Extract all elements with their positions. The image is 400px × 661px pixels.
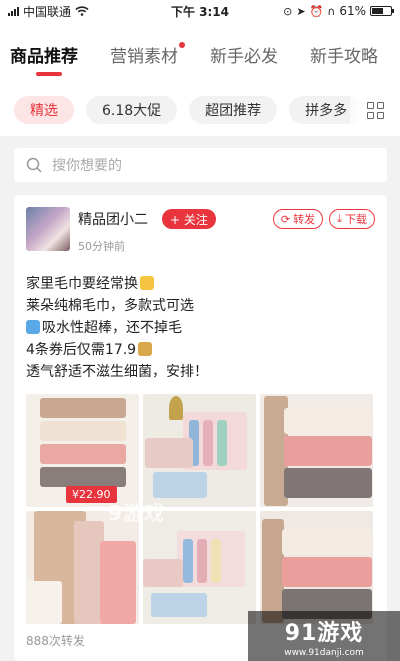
tab-product-recommend[interactable]: 商品推荐 bbox=[10, 22, 78, 76]
download-button[interactable]: ⤓ 下载 bbox=[329, 209, 375, 229]
money-bag-emoji-icon bbox=[138, 342, 153, 356]
category-tabs: 商品推荐 营销素材 新手必发 新手攻略 bbox=[0, 22, 400, 84]
post-actions: ⟳ 转发 ⤓ 下载 bbox=[272, 209, 375, 229]
watermark-overlay: 9游戏 bbox=[108, 501, 165, 525]
headphones-icon: ∩ bbox=[327, 4, 336, 18]
post-text: 家里毛巾要经常换 莱朵纯棉毛巾，多款式可选 吸水性超棒，还不掉毛 4条券后仅需1… bbox=[26, 273, 375, 383]
forward-button[interactable]: ⟳ 转发 bbox=[272, 209, 324, 229]
lock-rotation-icon: ⊙ bbox=[283, 4, 293, 18]
chip-featured[interactable]: 精选 bbox=[14, 96, 74, 124]
download-icon: ⤓ bbox=[337, 212, 342, 225]
forward-count: 888次转发 bbox=[26, 634, 85, 648]
forward-label: 转发 bbox=[293, 213, 316, 226]
watermark-logo: 91游戏 www.91danji.com bbox=[248, 611, 400, 661]
battery-icon bbox=[370, 6, 394, 16]
follow-button[interactable]: + 关注 bbox=[162, 209, 216, 229]
author-info: 精品团小二 + 关注 50分钟前 bbox=[78, 209, 216, 254]
post-header: 精品团小二 + 关注 50分钟前 ⟳ 转发 ⤓ 下载 bbox=[26, 207, 375, 263]
tab-newbie-must-send[interactable]: 新手必发 bbox=[210, 22, 278, 67]
chip-super-group[interactable]: 超团推荐 bbox=[189, 96, 278, 124]
chip-618-promo[interactable]: 6.18大促 bbox=[86, 96, 178, 124]
product-photo[interactable] bbox=[143, 394, 256, 507]
post-line: 4条券后仅需17.9 bbox=[26, 339, 375, 361]
post-time: 50分钟前 bbox=[78, 240, 125, 253]
post-line: 吸水性超棒，还不掉毛 bbox=[26, 317, 375, 339]
active-tab-indicator bbox=[36, 72, 62, 76]
status-bar: 中国联通 下午 3:14 ⊙ ➤ ⏰ ∩ 61% bbox=[0, 0, 400, 22]
watermark-site: www.91danji.com bbox=[284, 647, 364, 658]
status-right: ⊙ ➤ ⏰ ∩ 61% bbox=[283, 4, 394, 18]
product-photo[interactable] bbox=[26, 511, 139, 624]
product-photo[interactable] bbox=[260, 394, 373, 507]
search-placeholder: 搜你想要的 bbox=[52, 158, 122, 174]
battery-fill bbox=[372, 8, 383, 14]
badge-dot bbox=[179, 42, 185, 48]
product-photo[interactable]: ¥22.90 bbox=[26, 394, 139, 507]
avatar[interactable] bbox=[26, 207, 70, 251]
download-label: 下载 bbox=[345, 213, 367, 226]
search-icon bbox=[26, 157, 42, 173]
location-icon: ➤ bbox=[296, 4, 306, 18]
filter-chips: 精选 6.18大促 超团推荐 拼多多 bbox=[0, 84, 400, 136]
watermark-brand: 91游戏 bbox=[284, 620, 364, 646]
post-line: 家里毛巾要经常换 bbox=[26, 273, 375, 295]
tab-label: 营销素材 bbox=[110, 47, 178, 67]
battery-percent: 61% bbox=[339, 4, 366, 18]
wifi-icon bbox=[75, 6, 89, 16]
grid-icon[interactable] bbox=[350, 84, 400, 136]
tab-label: 新手攻略 bbox=[310, 47, 378, 67]
carrier-label: 中国联通 bbox=[23, 4, 72, 19]
product-photo[interactable] bbox=[143, 511, 256, 624]
post-line: 透气舒适不滋生细菌，安排！ bbox=[26, 364, 208, 380]
fist-emoji-icon bbox=[140, 276, 154, 290]
post-card: 精品团小二 + 关注 50分钟前 ⟳ 转发 ⤓ 下载 家里毛巾要经常换 莱朵纯棉… bbox=[14, 195, 387, 661]
signal-icon bbox=[8, 6, 19, 16]
status-left: 中国联通 bbox=[8, 3, 283, 20]
search-input[interactable]: 搜你想要的 bbox=[14, 148, 387, 182]
alarm-icon: ⏰ bbox=[309, 4, 324, 18]
tab-marketing-materials[interactable]: 营销素材 bbox=[110, 22, 185, 67]
tab-label: 商品推荐 bbox=[10, 47, 78, 67]
author-name[interactable]: 精品团小二 bbox=[78, 209, 148, 229]
droplets-emoji-icon bbox=[26, 320, 40, 334]
image-gallery: ¥22.90 bbox=[26, 394, 375, 624]
grid-icon-squares bbox=[366, 101, 384, 119]
post-line: 莱朵纯棉毛巾，多款式可选 bbox=[26, 298, 194, 314]
share-icon: ⟳ bbox=[280, 212, 291, 226]
product-photo[interactable] bbox=[260, 511, 373, 624]
tab-label: 新手必发 bbox=[210, 47, 278, 67]
tab-newbie-guide[interactable]: 新手攻略 bbox=[310, 22, 378, 67]
